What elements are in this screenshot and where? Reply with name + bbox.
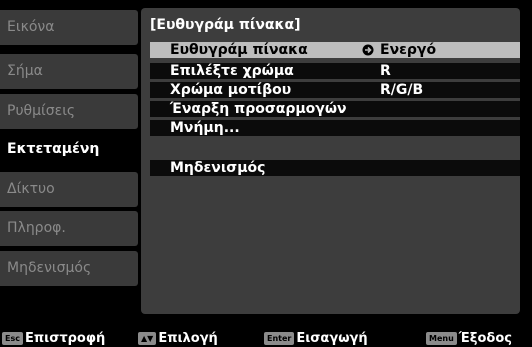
footer-select-label: Επιλογή: [158, 331, 218, 346]
footer-exit[interactable]: Menu Έξοδος: [426, 330, 512, 347]
sidebar-item-info[interactable]: Πληροφ.: [0, 211, 138, 246]
enter-key-icon: Enter: [264, 332, 295, 345]
esc-key-icon: Esc: [2, 332, 23, 345]
enter-arrow-icon: [362, 44, 374, 56]
menu-row-label: Μνήμη...: [170, 120, 240, 136]
menu-row-value: R/G/B: [380, 82, 424, 98]
menu-row-panel-alignment[interactable]: Ευθυγράμ πίνακα Ενεργό: [150, 42, 520, 58]
menu-row-pattern-color[interactable]: Χρώμα μοτίβου R/G/B: [150, 82, 520, 98]
sidebar-item-network[interactable]: Δίκτυο: [0, 172, 138, 207]
menu-row-select-color[interactable]: Επιλέξτε χρώμα R: [150, 63, 520, 79]
sidebar-item-extended[interactable]: Εκτεταμένη: [0, 132, 150, 167]
projector-menu: Εικόνα Σήμα Ρυθμίσεις Εκτεταμένη Δίκτυο …: [0, 0, 532, 328]
menu-row-label: Επιλέξτε χρώμα: [170, 63, 294, 79]
menu-row-memory[interactable]: Μνήμη...: [150, 120, 520, 136]
menu-row-value: R: [380, 63, 391, 79]
footer-select[interactable]: ▲▼ Επιλογή: [138, 330, 218, 347]
menu-row-label: Ευθυγράμ πίνακα: [170, 42, 308, 58]
menu-row-start-adjustments[interactable]: Έναρξη προσαρμογών: [150, 101, 520, 117]
sidebar-item-settings[interactable]: Ρυθμίσεις: [0, 94, 138, 129]
menu-row-label: Μηδενισμός: [170, 160, 266, 176]
footer-back[interactable]: Esc Επιστροφή: [2, 330, 105, 347]
sidebar-item-image[interactable]: Εικόνα: [0, 10, 138, 45]
sidebar-item-reset[interactable]: Μηδενισμός: [0, 251, 138, 286]
footer-hints: Esc Επιστροφή ▲▼ Επιλογή Enter Εισαγωγή Men…: [0, 330, 532, 347]
panel-title: [Ευθυγράμ πίνακα]: [150, 17, 301, 33]
footer-enter-label: Εισαγωγή: [296, 331, 368, 346]
footer-back-label: Επιστροφή: [24, 331, 106, 346]
footer-exit-label: Έξοδος: [458, 331, 512, 346]
sidebar-item-signal[interactable]: Σήμα: [0, 54, 138, 89]
menu-row-reset[interactable]: Μηδενισμός: [150, 160, 520, 176]
menu-row-label: Έναρξη προσαρμογών: [170, 101, 347, 117]
menu-key-icon: Menu: [426, 332, 457, 345]
footer-enter[interactable]: Enter Εισαγωγή: [264, 330, 368, 347]
menu-row-value: Ενεργό: [380, 42, 437, 58]
up-down-arrows-icon: ▲▼: [138, 332, 157, 345]
menu-row-label: Χρώμα μοτίβου: [170, 82, 292, 98]
